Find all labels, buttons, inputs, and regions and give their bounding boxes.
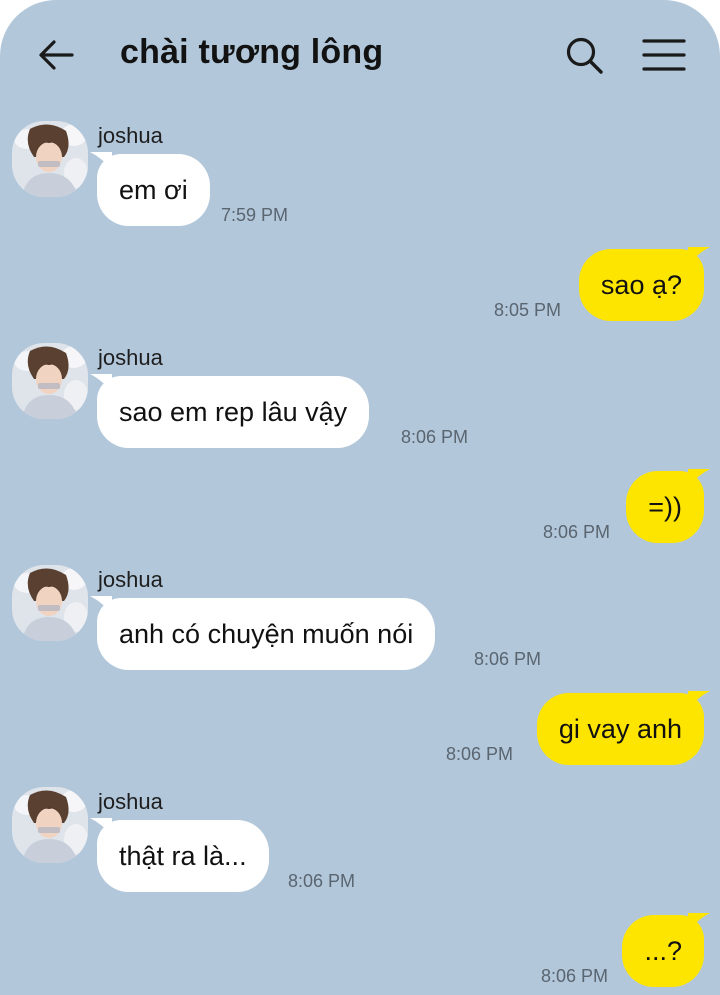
profile-photo: [12, 787, 88, 863]
back-button[interactable]: [36, 34, 78, 76]
message-bubble-incoming[interactable]: thật ra là...: [97, 820, 269, 892]
message-bubble-outgoing[interactable]: ...?: [622, 915, 704, 987]
avatar[interactable]: [12, 565, 88, 641]
message-bubble-incoming[interactable]: sao em rep lâu vậy: [97, 376, 370, 448]
message-bubble-outgoing[interactable]: sao ạ?: [578, 249, 704, 321]
profile-photo: [12, 121, 88, 197]
sender-name: joshua: [98, 567, 163, 592]
chat-title: chài tương lông: [120, 33, 384, 71]
arrow-left-icon: [39, 40, 74, 70]
message-time: 8:06 PM: [288, 871, 356, 891]
avatar[interactable]: [12, 121, 88, 197]
menu-button[interactable]: [642, 37, 686, 73]
profile-photo: [12, 565, 88, 641]
message-time: 8:06 PM: [474, 649, 542, 669]
message-bubble-incoming[interactable]: em ơi: [97, 154, 210, 226]
message-time: 8:05 PM: [494, 300, 562, 320]
message-time: 8:06 PM: [543, 522, 611, 542]
chat-header: chài tương lông: [0, 0, 720, 106]
hamburger-menu-icon: [642, 39, 686, 71]
profile-photo: [12, 343, 88, 419]
avatar[interactable]: [12, 787, 88, 863]
message-time: 8:06 PM: [401, 427, 469, 447]
sender-name: joshua: [98, 789, 163, 814]
message-bubble-outgoing[interactable]: gi vay anh: [536, 693, 704, 765]
chat-screen: chài tương lông joshua em ơi 7:59 PM sao…: [0, 0, 720, 995]
message-time: 8:06 PM: [541, 966, 609, 986]
avatar[interactable]: [12, 343, 88, 419]
message-time: 8:06 PM: [446, 744, 514, 764]
sender-name: joshua: [98, 123, 163, 148]
sender-name: joshua: [98, 345, 163, 370]
message-time: 7:59 PM: [221, 205, 289, 225]
search-button[interactable]: [563, 34, 605, 76]
search-icon: [566, 37, 603, 74]
message-bubble-outgoing[interactable]: =)): [626, 471, 704, 543]
message-bubble-incoming[interactable]: anh có chuyện muốn nói: [97, 598, 436, 670]
